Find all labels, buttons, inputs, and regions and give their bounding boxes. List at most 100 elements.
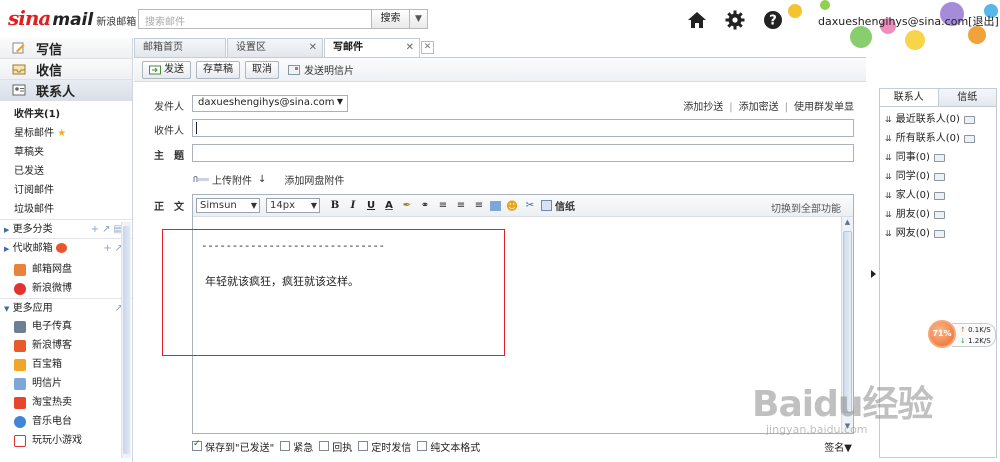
contact-group-recent[interactable]: ⇊ 最近联系人(0)	[880, 110, 996, 129]
app-postcard[interactable]: 明信片	[0, 374, 132, 393]
scheduled-checkbox[interactable]	[358, 441, 369, 451]
send-button[interactable]: 发送	[142, 60, 191, 79]
folder-drafts[interactable]: 草稿夹	[0, 143, 132, 162]
proxy-mailbox-header[interactable]: ▶ 代收邮箱 +↗	[0, 238, 132, 257]
sidebar-scrollbar[interactable]	[121, 222, 131, 458]
compose-button[interactable]: 写信	[0, 38, 132, 59]
app-music-radio[interactable]: 音乐电台	[0, 412, 132, 431]
save-draft-button[interactable]: 存草稿	[196, 60, 240, 79]
more-apps-header[interactable]: ▼ 更多应用 ↗	[0, 298, 132, 317]
contact-group-colleagues[interactable]: ⇊ 同事(0)	[880, 148, 996, 167]
tab-compose[interactable]: 写邮件 ✕	[324, 38, 420, 57]
separator: |	[784, 102, 788, 113]
search-button[interactable]: 搜索	[372, 9, 410, 29]
close-icon[interactable]: ✕	[309, 39, 317, 57]
annotation-highlight-box	[162, 229, 505, 356]
stationery-label[interactable]: 信纸	[555, 198, 575, 213]
search-input[interactable]: 搜索邮件	[138, 9, 372, 29]
scissors-icon[interactable]: ✂	[523, 199, 537, 213]
receipt-checkbox[interactable]	[319, 441, 330, 451]
save-sent-checkbox[interactable]	[192, 439, 202, 451]
tab-contacts[interactable]: 联系人	[880, 89, 939, 106]
emoji-icon[interactable]: ☻	[505, 199, 519, 213]
sina-mail-logo[interactable]: sina mail 新浪邮箱	[8, 6, 136, 30]
watermark-logo: Baidu经验	[752, 384, 933, 425]
contact-group-all[interactable]: ⇊ 所有联系人(0)	[880, 129, 996, 148]
add-cloud-attachment-link[interactable]: 添加网盘附件	[284, 172, 344, 187]
help-icon[interactable]: ?	[762, 9, 784, 31]
opt-urgent[interactable]: 紧急	[280, 439, 313, 454]
tab-settings[interactable]: 设置区 ✕	[227, 38, 323, 57]
tab-stationery[interactable]: 信纸	[938, 89, 996, 106]
group-send-link[interactable]: 使用群发单显	[794, 102, 854, 113]
app-taobao[interactable]: 淘宝热卖	[0, 393, 132, 412]
plain-text-checkbox[interactable]	[417, 441, 428, 451]
italic-icon[interactable]: I	[346, 199, 360, 213]
logout-link[interactable]: [退出]	[968, 15, 999, 28]
contact-card-icon	[963, 134, 975, 143]
close-all-tabs-icon[interactable]: ✕	[421, 41, 434, 54]
app-weibo[interactable]: 新浪微博	[0, 279, 132, 298]
app-cloud-disk[interactable]: 邮箱网盘	[0, 260, 132, 279]
add-cc-link[interactable]: 添加抄送	[683, 102, 723, 113]
stationery-icon[interactable]	[541, 200, 552, 211]
opt-scheduled[interactable]: 定时发信	[358, 439, 411, 454]
app-postcard-label: 明信片	[32, 378, 62, 389]
folder-inbox[interactable]: 收件夹(1)	[0, 105, 132, 124]
add-bcc-link[interactable]: 添加密送	[739, 102, 779, 113]
align-right-icon[interactable]: ≡	[472, 199, 486, 213]
folder-sent[interactable]: 已发送	[0, 162, 132, 181]
opt-receipt[interactable]: 回执	[319, 439, 352, 454]
contact-group-classmates[interactable]: ⇊ 同学(0)	[880, 167, 996, 186]
app-music-radio-label: 音乐电台	[32, 416, 72, 427]
font-family-select[interactable]: Simsun ▼	[196, 198, 260, 213]
gear-icon[interactable]	[724, 9, 746, 31]
highlight-icon[interactable]: ✒	[400, 199, 414, 213]
tab-mail-home[interactable]: 邮箱首页	[134, 38, 226, 57]
folder-spam[interactable]: 垃圾邮件	[0, 200, 132, 219]
triangle-right-icon: ▶	[4, 226, 10, 234]
scroll-up-icon[interactable]: ▲	[843, 218, 852, 228]
app-fax[interactable]: 电子传真	[0, 317, 132, 336]
home-icon[interactable]	[686, 9, 708, 31]
close-icon[interactable]: ✕	[406, 39, 414, 57]
contacts-button[interactable]: 联系人	[0, 80, 132, 101]
font-color-icon[interactable]: A	[382, 199, 396, 213]
contact-group-friends[interactable]: ⇊ 朋友(0)	[880, 205, 996, 224]
contact-group-netfriends[interactable]: ⇊ 网友(0)	[880, 224, 996, 243]
signature-dropdown[interactable]: 签名▼	[824, 439, 852, 454]
sidebar-scroll-thumb[interactable]	[123, 226, 130, 454]
search-options-dropdown[interactable]: ▼	[410, 9, 428, 29]
network-speed-widget[interactable]: ↑ 0.1K/S ↓ 1.2K/S 71%	[928, 320, 996, 350]
cancel-button[interactable]: 取消	[245, 60, 279, 79]
more-apps-label: 更多应用	[12, 303, 53, 314]
from-select[interactable]: daxueshengihys@sina.com ▼	[192, 95, 348, 112]
urgent-checkbox[interactable]	[280, 441, 291, 451]
app-treasure-box[interactable]: 百宝箱	[0, 355, 132, 374]
folder-subscriptions[interactable]: 订阅邮件	[0, 181, 132, 200]
contact-card-icon	[933, 229, 945, 238]
insert-image-icon[interactable]	[490, 200, 501, 211]
app-mini-games-label: 玩玩小游戏	[32, 435, 82, 446]
bold-icon[interactable]: B	[328, 199, 342, 213]
signature-label: 签名	[824, 443, 845, 454]
app-mini-games[interactable]: 玩玩小游戏	[0, 431, 132, 450]
opt-save-sent[interactable]: 保存到"已发送"	[192, 439, 274, 454]
folder-starred[interactable]: 星标邮件 ★	[0, 124, 132, 143]
link-icon[interactable]: ⚭	[418, 199, 432, 213]
opt-plain-text[interactable]: 纯文本格式	[417, 439, 480, 454]
contact-group-netfriends-label: 网友(0)	[895, 228, 930, 239]
contact-group-family[interactable]: ⇊ 家人(0)	[880, 186, 996, 205]
subject-input[interactable]	[192, 144, 854, 162]
inbox-button[interactable]: 收信	[0, 59, 132, 80]
align-center-icon[interactable]: ≡	[454, 199, 468, 213]
underline-icon[interactable]: U	[364, 199, 378, 213]
app-blog[interactable]: 新浪博客	[0, 336, 132, 355]
to-input[interactable]	[192, 119, 854, 137]
align-left-icon[interactable]: ≡	[436, 199, 450, 213]
send-postcard-link[interactable]: 发送明信片	[288, 62, 354, 77]
switch-full-features-link[interactable]: 切换到全部功能	[771, 200, 841, 215]
more-categories-header[interactable]: ▶ 更多分类 +↗▤	[0, 219, 132, 238]
upload-attachment-link[interactable]: 上传附件 ↓	[192, 172, 266, 187]
font-size-select[interactable]: 14px ▼	[266, 198, 320, 213]
